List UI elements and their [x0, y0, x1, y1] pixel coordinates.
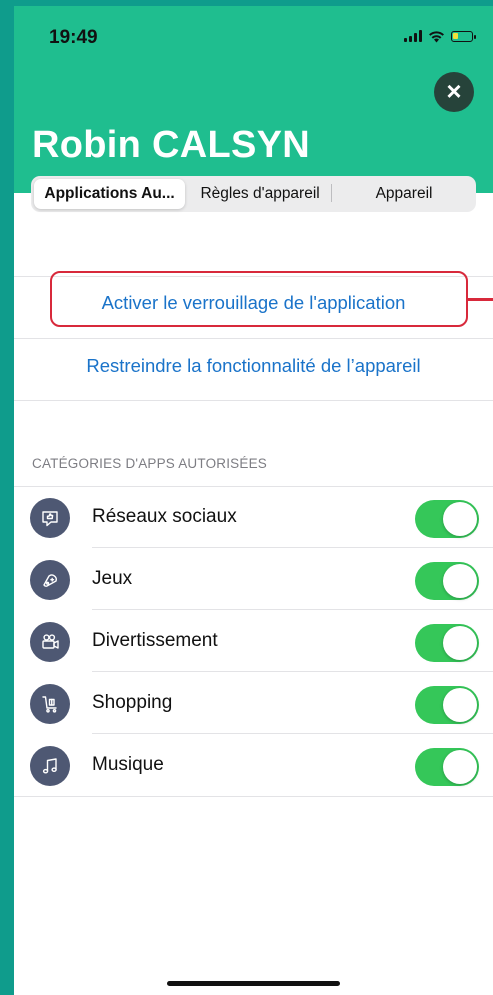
phone-screen: 19:49 × Robin CALSYN Applications Au... …	[14, 6, 493, 995]
toggle-social[interactable]	[415, 500, 479, 538]
category-row-entertainment: Divertissement	[14, 610, 493, 672]
category-row-games: Jeux	[14, 548, 493, 610]
toggle-games[interactable]	[415, 562, 479, 600]
close-button[interactable]: ×	[434, 72, 474, 112]
category-row-social: Réseaux sociaux	[14, 486, 493, 548]
category-label: Réseaux sociaux	[92, 506, 237, 527]
category-label: Divertissement	[92, 630, 218, 651]
tab-applications[interactable]: Applications Au...	[34, 179, 186, 209]
social-icon	[30, 498, 70, 538]
header: 19:49 × Robin CALSYN	[14, 6, 493, 193]
wifi-icon	[429, 30, 444, 42]
section-title: CATÉGORIES D'APPS AUTORISÉES	[32, 456, 267, 471]
signal-icon	[404, 30, 422, 42]
category-label: Musique	[92, 754, 164, 775]
video-camera-icon	[30, 622, 70, 662]
home-indicator[interactable]	[167, 981, 340, 986]
divider	[14, 796, 493, 797]
music-note-icon	[30, 746, 70, 786]
restrict-device-link[interactable]: Restreindre la fonctionnalité de l’appar…	[14, 355, 493, 377]
category-label: Jeux	[92, 568, 133, 589]
category-row-shopping: Shopping	[14, 672, 493, 734]
divider	[14, 400, 493, 401]
divider	[14, 338, 493, 339]
toggle-shopping[interactable]	[415, 686, 479, 724]
category-label: Shopping	[92, 692, 173, 713]
highlight-pointer	[468, 298, 493, 301]
category-row-music: Musique	[14, 734, 493, 796]
tab-device[interactable]: Appareil	[332, 176, 476, 212]
status-time: 19:49	[49, 27, 98, 48]
highlight-box	[50, 271, 468, 327]
battery-icon	[451, 30, 476, 42]
tab-bar: Applications Au... Règles d'appareil App…	[31, 176, 476, 212]
gamepad-icon	[30, 560, 70, 600]
page-title: Robin CALSYN	[32, 124, 311, 166]
toggle-music[interactable]	[415, 748, 479, 786]
tab-device-rules[interactable]: Règles d'appareil	[188, 176, 333, 212]
status-icons	[404, 28, 476, 44]
frame-left-edge	[0, 0, 14, 995]
shopping-cart-icon	[30, 684, 70, 724]
toggle-entertainment[interactable]	[415, 624, 479, 662]
